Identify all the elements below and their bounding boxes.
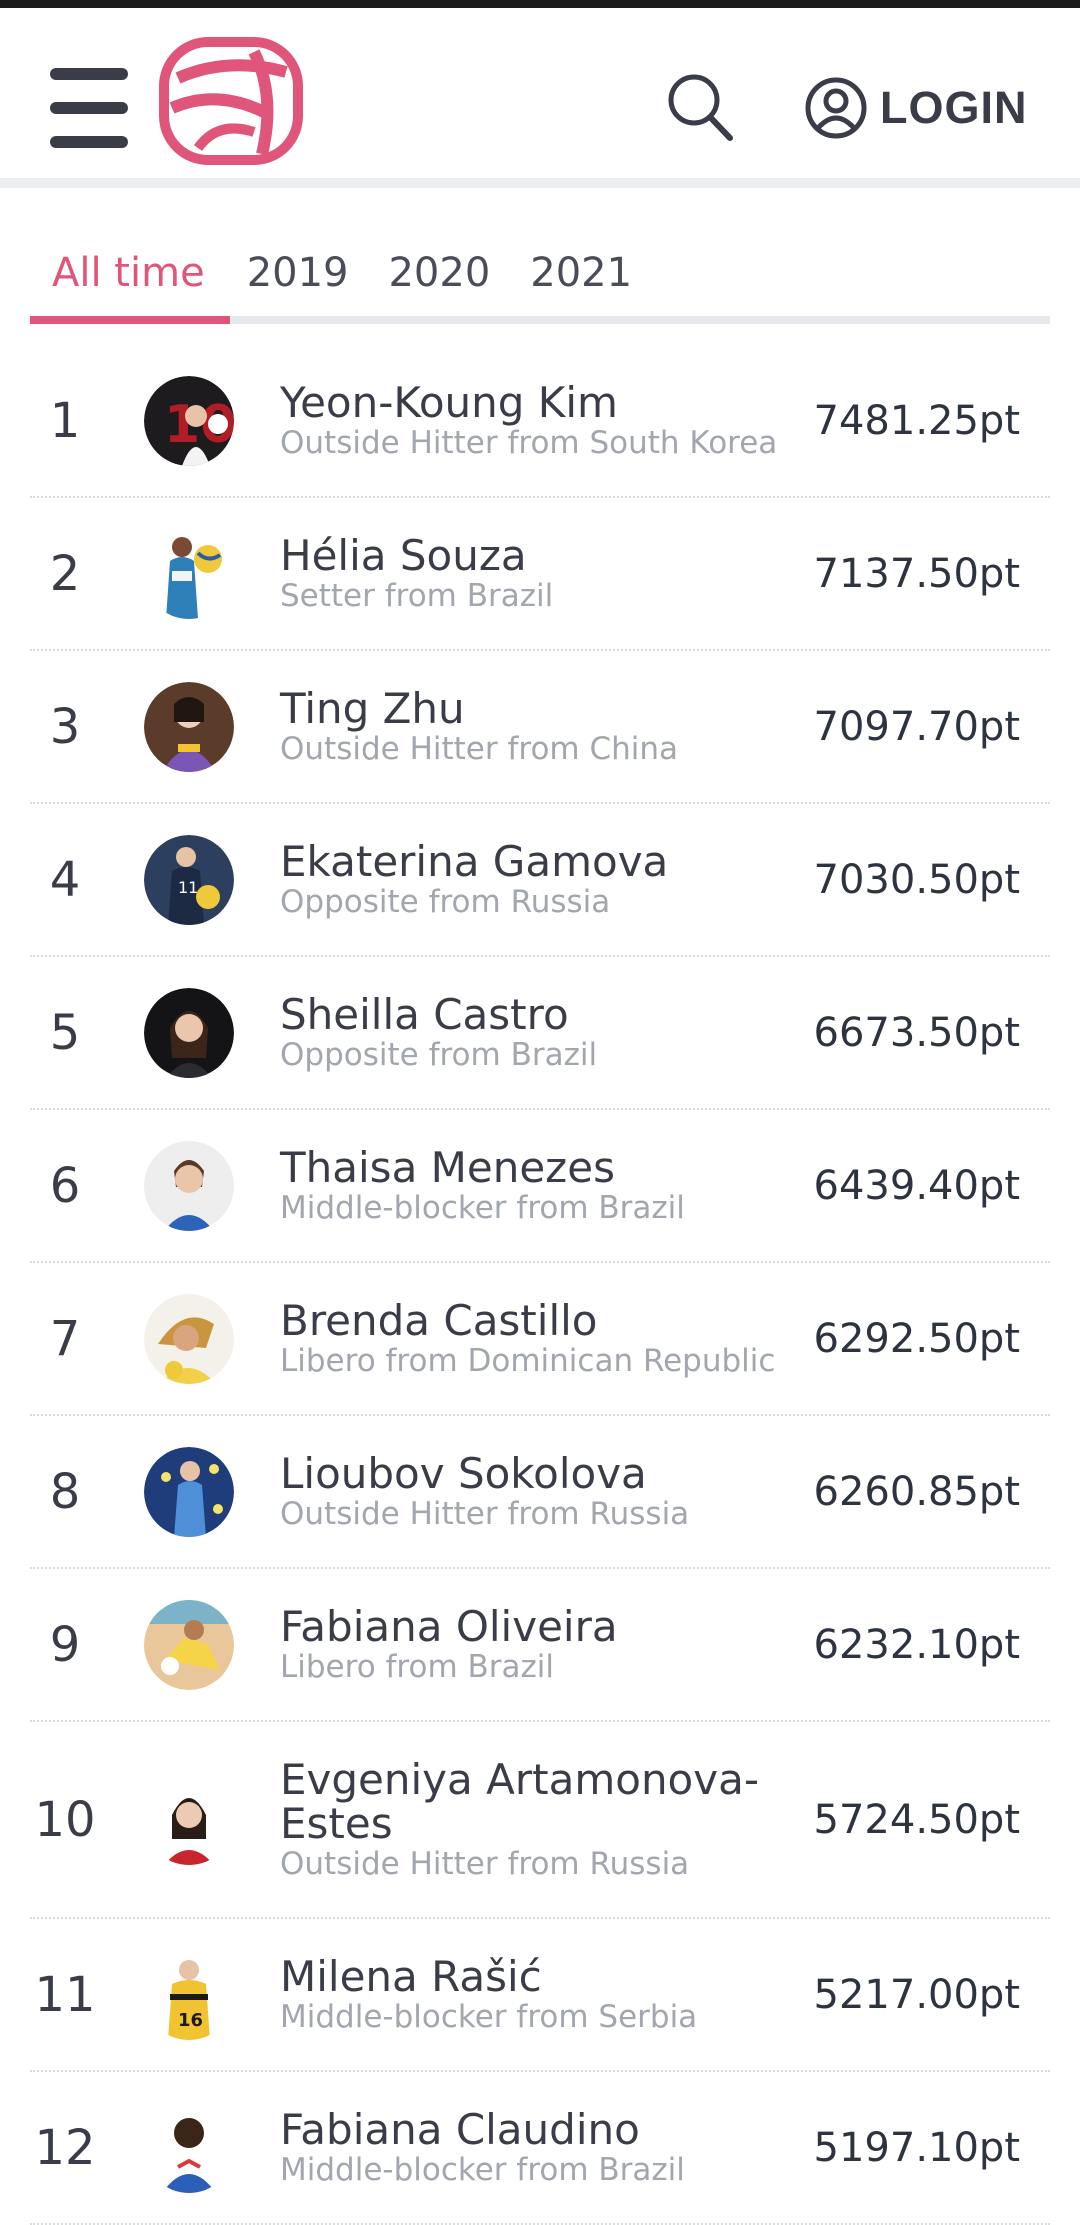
rank-number: 5 [49, 1004, 81, 1061]
volleyball-logo-icon[interactable] [158, 36, 304, 166]
status-bar-strip [0, 0, 1080, 8]
rank-number: 6 [49, 1157, 81, 1214]
player-points: 6232.10pt [813, 1621, 1020, 1668]
rank-number: 9 [49, 1616, 81, 1673]
player-avatar [144, 1446, 234, 1537]
ranking-row[interactable]: 7 Brenda Castillo Libero from Dominican … [30, 1263, 1050, 1416]
player-position: Outside Hitter from Russia [280, 1845, 690, 1882]
player-name: Thaisa Menezes [280, 1142, 615, 1192]
ranking-row[interactable]: 8 Lioubov Sokolova Outside Hitter from R… [30, 1416, 1050, 1569]
ranking-list: 1 10 Yeon-Koung Kim Outside Hitter from … [30, 345, 1050, 2225]
player-points: 6292.50pt [813, 1315, 1020, 1362]
player-avatar [144, 1774, 234, 1865]
period-tabs: All time 2019 2020 2021 [30, 228, 1050, 324]
svg-text:16: 16 [178, 2010, 203, 2031]
rank-number: 10 [34, 1791, 96, 1848]
player-position: Middle-blocker from Brazil [280, 1189, 685, 1226]
rank-number: 4 [49, 851, 81, 908]
ranking-row[interactable]: 1 10 Yeon-Koung Kim Outside Hitter from … [30, 345, 1050, 498]
login-button[interactable]: LOGIN [804, 70, 1028, 146]
svg-text:11: 11 [178, 878, 198, 897]
ranking-row[interactable]: 6 Thaisa Menezes Middle-blocker from Bra… [30, 1110, 1050, 1263]
player-name: Hélia Souza [280, 530, 527, 580]
menu-line [50, 136, 128, 148]
menu-line [50, 102, 128, 114]
player-position: Middle-blocker from Brazil [280, 2151, 685, 2188]
rank-number: 3 [49, 698, 81, 755]
ranking-row[interactable]: 11 16 Milena Rašić Middle-blocker from S… [30, 1919, 1050, 2072]
rank-number: 8 [49, 1463, 81, 1520]
player-avatar: 11 [144, 834, 234, 925]
player-name: Evgeniya Artamonova-Estes [280, 1754, 760, 1848]
player-position: Outside Hitter from South Korea [280, 424, 778, 461]
player-avatar [144, 1140, 234, 1231]
player-name: Lioubov Sokolova [280, 1448, 647, 1498]
player-points: 5217.00pt [813, 1971, 1020, 2018]
player-name: Brenda Castillo [280, 1295, 598, 1345]
player-points: 6439.40pt [813, 1162, 1020, 1209]
rank-number: 7 [49, 1310, 81, 1367]
player-points: 5197.10pt [813, 2124, 1020, 2171]
player-points: 7137.50pt [813, 550, 1020, 597]
player-avatar [144, 681, 234, 772]
ranking-row[interactable]: 2 Hélia Souza Setter from Brazil 7137.50… [30, 498, 1050, 651]
ranking-row[interactable]: 4 11 Ekaterina Gamova Opposite from Russ… [30, 804, 1050, 957]
active-tab-indicator [30, 316, 230, 324]
player-avatar: 10 [144, 375, 234, 466]
player-avatar [144, 2102, 234, 2193]
player-points: 6673.50pt [813, 1009, 1020, 1056]
tab-2019[interactable]: 2019 [227, 228, 369, 318]
menu-line [50, 68, 128, 80]
login-label: LOGIN [880, 82, 1028, 133]
tab-all-time[interactable]: All time [30, 228, 227, 318]
player-position: Setter from Brazil [280, 577, 554, 614]
tab-2020[interactable]: 2020 [368, 228, 510, 318]
player-points: 5724.50pt [813, 1796, 1020, 1843]
hamburger-menu-icon[interactable] [50, 68, 128, 148]
search-icon[interactable] [662, 70, 738, 146]
ranking-row[interactable]: 3 Ting Zhu Outside Hitter from China 709… [30, 651, 1050, 804]
user-circle-icon [805, 77, 867, 139]
player-points: 7030.50pt [813, 856, 1020, 903]
player-avatar [144, 1293, 234, 1384]
tab-2021[interactable]: 2021 [510, 228, 652, 318]
app-header: LOGIN [0, 8, 1080, 188]
rank-number: 11 [34, 1966, 96, 2023]
player-name: Milena Rašić [280, 1951, 542, 2001]
player-name: Fabiana Oliveira [280, 1601, 618, 1651]
ranking-row[interactable]: 5 Sheilla Castro Opposite from Brazil 66… [30, 957, 1050, 1110]
player-avatar: 16 [144, 1949, 234, 2040]
player-avatar [144, 1599, 234, 1690]
player-position: Outside Hitter from Russia [280, 1495, 690, 1532]
player-avatar [144, 987, 234, 1078]
player-position: Opposite from Brazil [280, 1036, 598, 1073]
player-name: Yeon-Koung Kim [280, 377, 618, 427]
player-points: 6260.85pt [813, 1468, 1020, 1515]
player-position: Libero from Brazil [280, 1648, 555, 1685]
player-name: Sheilla Castro [280, 989, 569, 1039]
player-position: Outside Hitter from China [280, 730, 679, 767]
player-name: Fabiana Claudino [280, 2104, 640, 2154]
rank-number: 12 [34, 2119, 96, 2176]
ranking-row[interactable]: 12 Fabiana Claudino Middle-blocker from … [30, 2072, 1050, 2225]
player-position: Opposite from Russia [280, 883, 611, 920]
player-points: 7481.25pt [813, 397, 1020, 444]
player-name: Ting Zhu [280, 683, 465, 733]
rank-number: 1 [49, 392, 81, 449]
player-name: Ekaterina Gamova [280, 836, 669, 886]
player-points: 7097.70pt [813, 703, 1020, 750]
ranking-row[interactable]: 10 Evgeniya Artamonova-Estes Outside Hit… [30, 1722, 1050, 1919]
player-avatar [144, 528, 234, 619]
rank-number: 2 [49, 545, 81, 602]
player-position: Libero from Dominican Republic [280, 1342, 776, 1379]
player-position: Middle-blocker from Serbia [280, 1998, 698, 2035]
ranking-row[interactable]: 9 Fabiana Oliveira Libero from Brazil 62… [30, 1569, 1050, 1722]
